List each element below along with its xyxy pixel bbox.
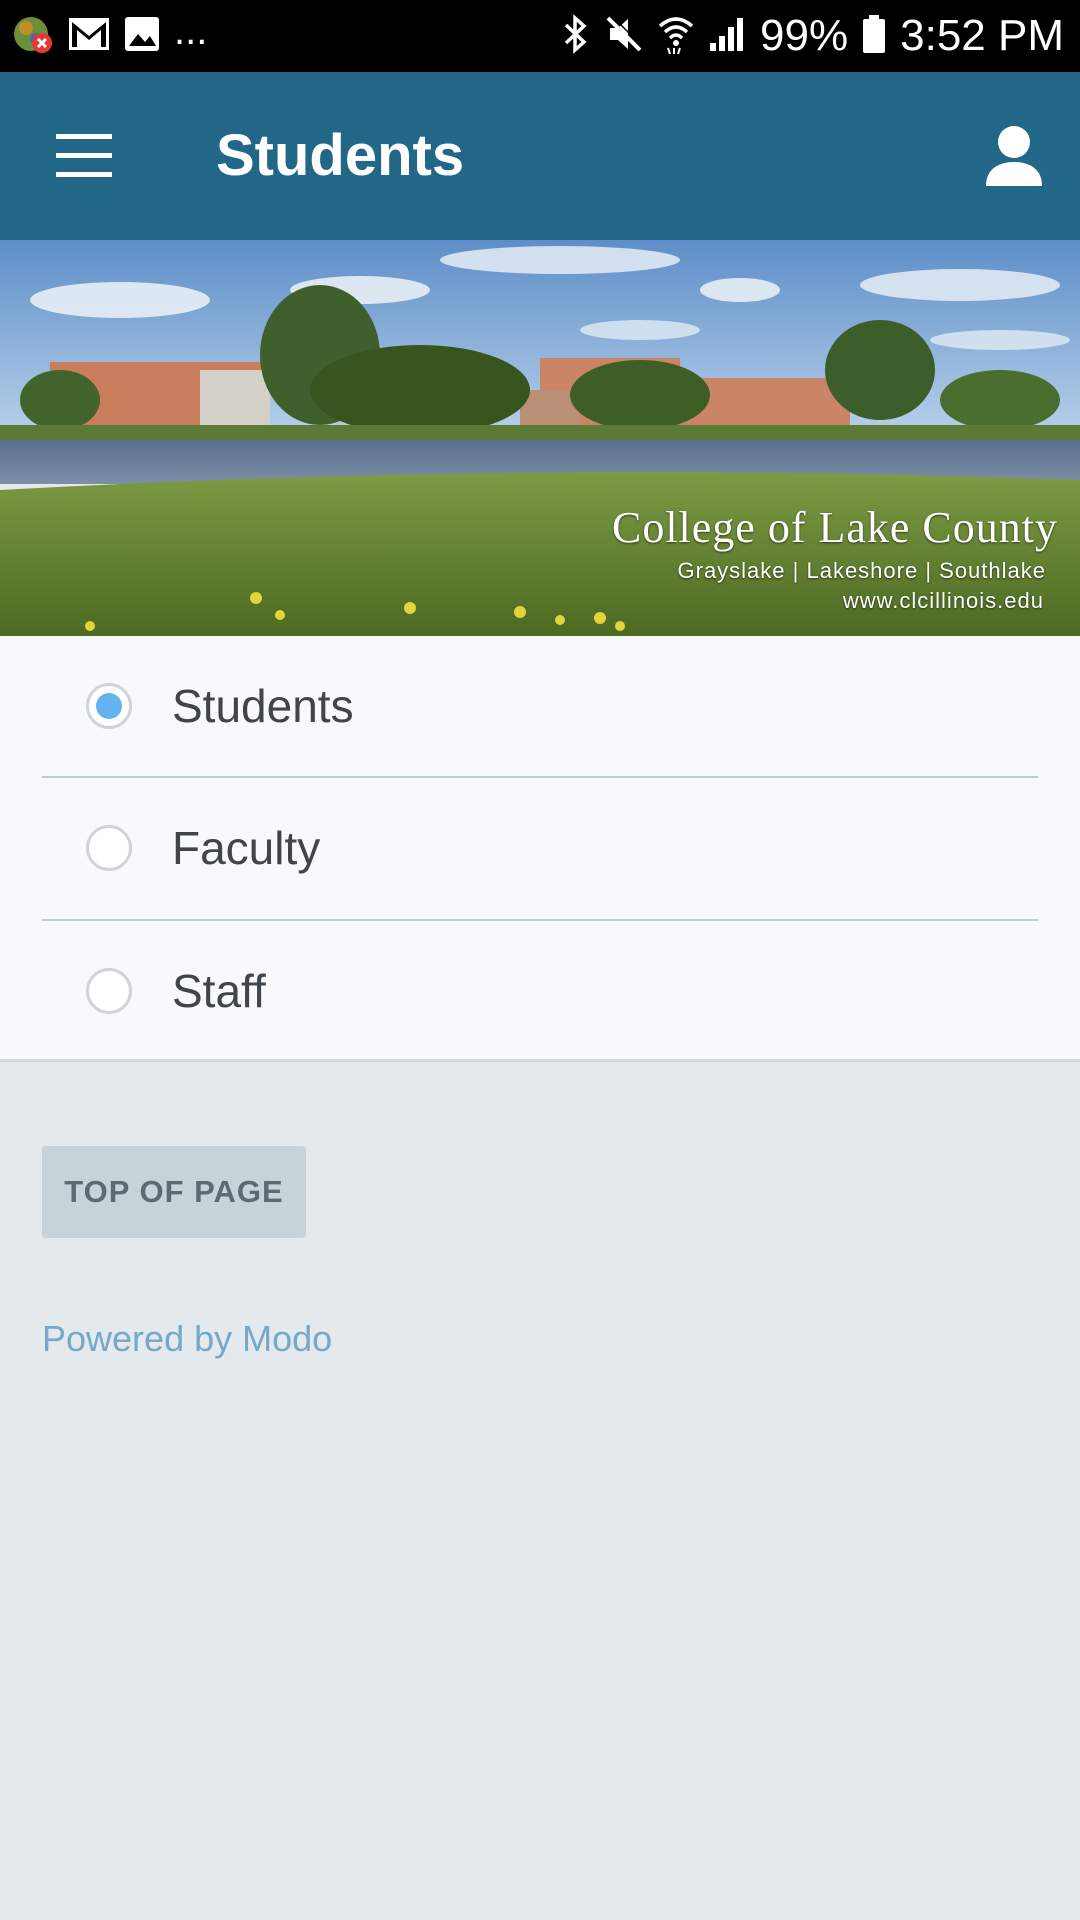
page-title: Students — [216, 123, 465, 188]
banner-url: www.clcillinois.edu — [842, 588, 1044, 613]
status-bar-left: ... — [12, 9, 208, 60]
top-of-page-button[interactable]: TOP OF PAGE — [42, 1146, 306, 1238]
banner-campuses: Grayslake | Lakeshore | Southlake — [677, 558, 1046, 583]
battery-icon — [862, 14, 886, 59]
signal-icon — [708, 15, 746, 58]
clock: 3:52 PM — [900, 11, 1064, 60]
app-bar: Students — [0, 72, 1080, 240]
radio-staff[interactable] — [86, 968, 132, 1014]
bluetooth-icon — [562, 13, 590, 60]
banner-title: College of Lake County — [611, 503, 1058, 552]
option-label-staff: Staff — [172, 965, 266, 1017]
radio-faculty[interactable] — [86, 825, 132, 871]
image-icon — [124, 16, 160, 57]
more-notifications: ... — [174, 9, 208, 53]
audience-selector: Students Faculty Staff — [0, 636, 1080, 1062]
battery-percent: 99% — [760, 11, 849, 60]
mute-icon — [604, 13, 644, 59]
option-staff[interactable]: Staff — [0, 921, 1080, 1061]
powered-by-link[interactable]: Powered by Modo — [42, 1318, 332, 1360]
notification-app-icon — [12, 13, 54, 60]
account-icon — [974, 126, 1054, 200]
option-label-students: Students — [172, 680, 354, 732]
radio-students[interactable] — [86, 683, 132, 729]
campus-banner: College of Lake County Grayslake | Lakes… — [0, 240, 1080, 636]
option-label-faculty: Faculty — [172, 822, 321, 874]
status-bar-right: 99% 3:52 PM — [562, 8, 1064, 64]
wifi-icon — [658, 14, 694, 59]
menu-button[interactable] — [36, 120, 132, 192]
status-bar: ... 99% 3:52 PM — [0, 0, 1080, 72]
hamburger-menu-icon — [36, 134, 132, 196]
option-students[interactable]: Students — [0, 636, 1080, 776]
gmail-icon — [68, 16, 110, 57]
option-faculty[interactable]: Faculty — [0, 778, 1080, 918]
account-button[interactable] — [974, 116, 1054, 196]
